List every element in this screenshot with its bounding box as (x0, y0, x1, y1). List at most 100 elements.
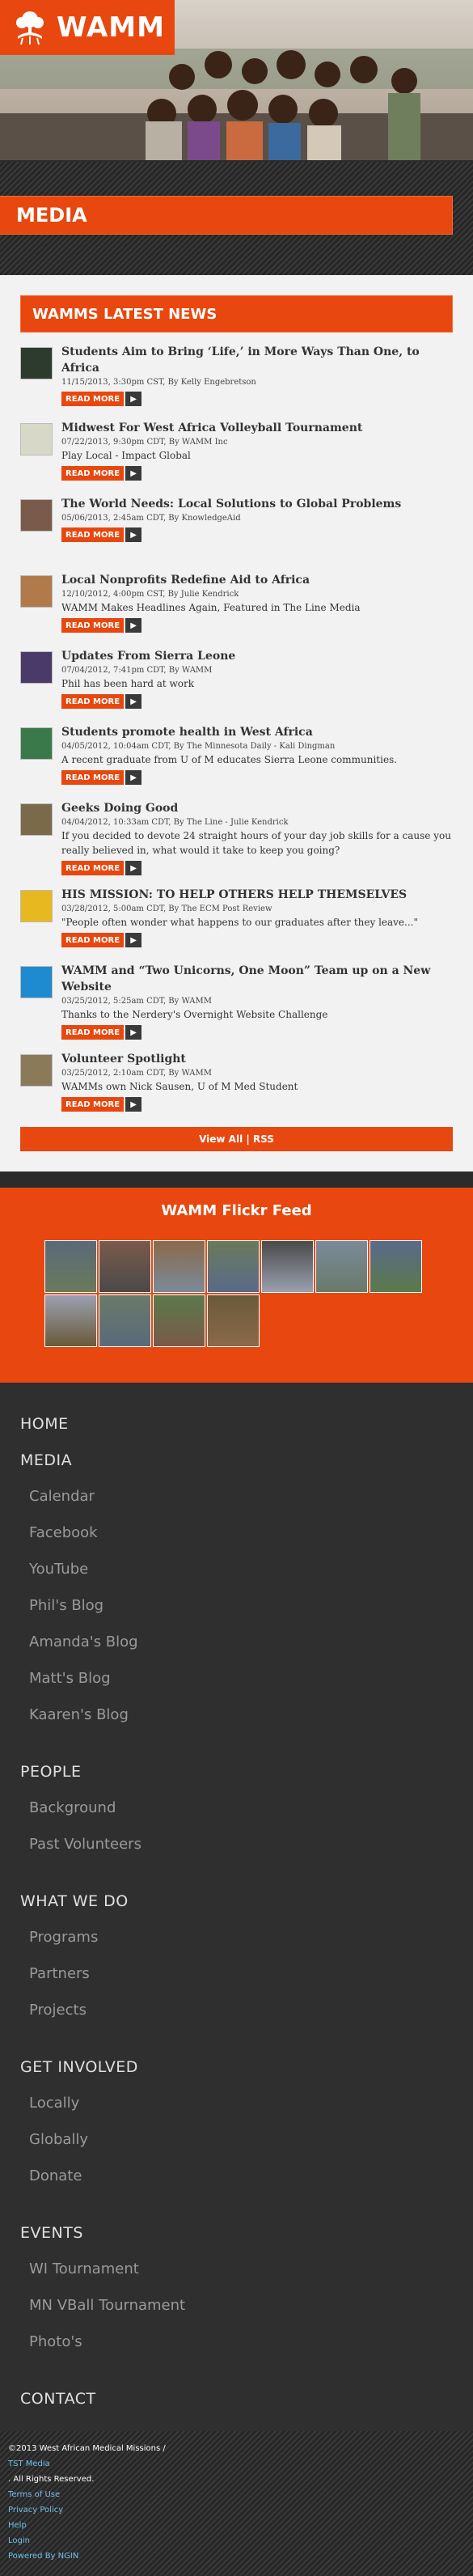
nav-subitem-past-volunteers[interactable]: Past Volunteers (0, 1826, 473, 1862)
read-more-button[interactable]: READ MORE ▶ (61, 392, 142, 406)
news-body: Students Aim to Bring ‘Life,’ in More Wa… (61, 344, 453, 409)
news-description: Play Local - Impact Global (61, 450, 191, 461)
news-title[interactable]: The World Needs: Local Solutions to Glob… (61, 496, 453, 512)
nav-subitem-programs[interactable]: Programs (0, 1919, 473, 1955)
nav-subitem-locally[interactable]: Locally (0, 2085, 473, 2121)
news-thumbnail[interactable] (20, 966, 53, 998)
tst-media-link[interactable]: TST Media (8, 2456, 465, 2472)
flickr-photo[interactable] (44, 1294, 97, 1347)
news-item: Students Aim to Bring ‘Life,’ in More Wa… (20, 344, 453, 409)
flickr-photo[interactable] (44, 1240, 97, 1293)
nav-subitem-amanda-s-blog[interactable]: Amanda's Blog (0, 1624, 473, 1660)
flickr-photo[interactable] (99, 1294, 151, 1347)
legal-link-terms-of-use[interactable]: Terms of Use (8, 2487, 465, 2502)
read-more-label: READ MORE (61, 618, 125, 633)
news-title[interactable]: WAMM and “Two Unicorns, One Moon” Team u… (61, 963, 453, 995)
flickr-photos (44, 1240, 429, 1349)
flickr-photo[interactable] (153, 1294, 205, 1347)
nav-subitem-partners[interactable]: Partners (0, 1955, 473, 1992)
chevron-right-icon: ▶ (125, 466, 142, 481)
nav-subitem-mn-vball-tournament[interactable]: MN VBall Tournament (0, 2287, 473, 2324)
nav-subitem-matt-s-blog[interactable]: Matt's Blog (0, 1660, 473, 1697)
read-more-button[interactable]: READ MORE ▶ (61, 466, 142, 481)
nav-subitem-phil-s-blog[interactable]: Phil's Blog (0, 1587, 473, 1624)
news-title[interactable]: Local Nonprofits Redefine Aid to Africa (61, 572, 453, 588)
nav-item-what-we-do[interactable]: WHAT WE DO (0, 1883, 473, 1919)
nav-subitem-kaaren-s-blog[interactable]: Kaaren's Blog (0, 1697, 473, 1733)
news-meta: 12/10/2012, 4:00pm CST, By Julie Kendric… (61, 590, 239, 599)
chevron-right-icon: ▶ (125, 770, 142, 785)
news-title[interactable]: Midwest For West Africa Volleyball Tourn… (61, 420, 453, 436)
news-meta: 04/04/2012, 10:33am CDT, By The Line - J… (61, 818, 289, 827)
chevron-right-icon: ▶ (125, 392, 142, 406)
nav-subitem-projects[interactable]: Projects (0, 1992, 473, 2028)
read-more-button[interactable]: READ MORE ▶ (61, 861, 142, 875)
legal-link-help[interactable]: Help (8, 2518, 465, 2533)
news-item: Volunteer Spotlight 03/25/2012, 2:10am C… (20, 1051, 453, 1116)
news-description: "People often wonder what happens to our… (61, 917, 418, 928)
news-item: HIS MISSION: TO HELP OTHERS HELP THEMSEL… (20, 887, 453, 951)
nav-subitem-background[interactable]: Background (0, 1790, 473, 1826)
news-title[interactable]: HIS MISSION: TO HELP OTHERS HELP THEMSEL… (61, 887, 453, 903)
flickr-photo[interactable] (207, 1240, 260, 1293)
nav-subitem-donate[interactable]: Donate (0, 2158, 473, 2194)
flickr-photo[interactable] (99, 1240, 151, 1293)
news-thumbnail[interactable] (20, 347, 53, 379)
news-meta: 03/25/2012, 2:10am CDT, By WAMM (61, 1069, 212, 1078)
nav-subitem-globally[interactable]: Globally (0, 2121, 473, 2158)
news-thumbnail[interactable] (20, 423, 53, 455)
legal-link-privacy-policy[interactable]: Privacy Policy (8, 2502, 465, 2518)
nav-subitem-calendar[interactable]: Calendar (0, 1478, 473, 1515)
nav-item-contact[interactable]: CONTACT (0, 2380, 473, 2417)
nav-item-home[interactable]: HOME (0, 1405, 473, 1442)
news-title[interactable]: Students Aim to Bring ‘Life,’ in More Wa… (61, 344, 453, 376)
view-all-rss-link[interactable]: View All | RSS (20, 1127, 453, 1151)
flickr-photo[interactable] (207, 1294, 260, 1347)
nav-item-events[interactable]: EVENTS (0, 2214, 473, 2251)
read-more-button[interactable]: READ MORE ▶ (61, 694, 142, 709)
nav-subitem-photo-s[interactable]: Photo's (0, 2324, 473, 2360)
nav-item-get-involved[interactable]: GET INVOLVED (0, 2049, 473, 2085)
chevron-right-icon: ▶ (125, 527, 142, 542)
legal-link-powered-by-ngin[interactable]: Powered By NGIN (8, 2548, 465, 2564)
news-body: Updates From Sierra Leone 07/04/2012, 7:… (61, 648, 453, 713)
nav-subitem-youtube[interactable]: YouTube (0, 1551, 473, 1587)
news-thumbnail[interactable] (20, 727, 53, 760)
logo[interactable]: WAMM (0, 0, 175, 55)
news-thumbnail[interactable] (20, 803, 53, 836)
news-thumbnail[interactable] (20, 575, 53, 608)
flickr-photo[interactable] (153, 1240, 205, 1293)
news-meta: 04/05/2012, 10:04am CDT, By The Minnesot… (61, 742, 336, 751)
logo-text: WAMM (57, 11, 165, 44)
news-title[interactable]: Students promote health in West Africa (61, 724, 453, 740)
news-item: Geeks Doing Good 04/04/2012, 10:33am CDT… (20, 800, 453, 875)
read-more-button[interactable]: READ MORE ▶ (61, 933, 142, 947)
news-thumbnail[interactable] (20, 651, 53, 684)
news-thumbnail[interactable] (20, 1054, 53, 1087)
read-more-button[interactable]: READ MORE ▶ (61, 770, 142, 785)
flickr-title: WAMM Flickr Feed (161, 1202, 312, 1219)
nav-item-people[interactable]: PEOPLE (0, 1753, 473, 1790)
flickr-photo[interactable] (261, 1240, 314, 1293)
flickr-photo[interactable] (315, 1240, 368, 1293)
read-more-button[interactable]: READ MORE ▶ (61, 618, 142, 633)
read-more-label: READ MORE (61, 466, 125, 481)
news-title[interactable]: Geeks Doing Good (61, 800, 453, 816)
nav-subitem-facebook[interactable]: Facebook (0, 1515, 473, 1551)
news-title[interactable]: Updates From Sierra Leone (61, 648, 453, 664)
nav-item-media[interactable]: MEDIA (0, 1442, 473, 1478)
news-thumbnail[interactable] (20, 890, 53, 922)
read-more-button[interactable]: READ MORE ▶ (61, 1025, 142, 1040)
news-title[interactable]: Volunteer Spotlight (61, 1051, 453, 1067)
news-body: WAMM and “Two Unicorns, One Moon” Team u… (61, 963, 453, 1040)
legal-link-login[interactable]: Login (8, 2533, 465, 2548)
flickr-photo[interactable] (370, 1240, 422, 1293)
legal-links: Terms of Use Privacy Policy Help Login Power… (8, 2487, 465, 2564)
nav-subitem-wi-tournament[interactable]: WI Tournament (0, 2251, 473, 2287)
read-more-button[interactable]: READ MORE ▶ (61, 1097, 142, 1112)
news-thumbnail[interactable] (20, 499, 53, 532)
read-more-button[interactable]: READ MORE ▶ (61, 527, 142, 542)
